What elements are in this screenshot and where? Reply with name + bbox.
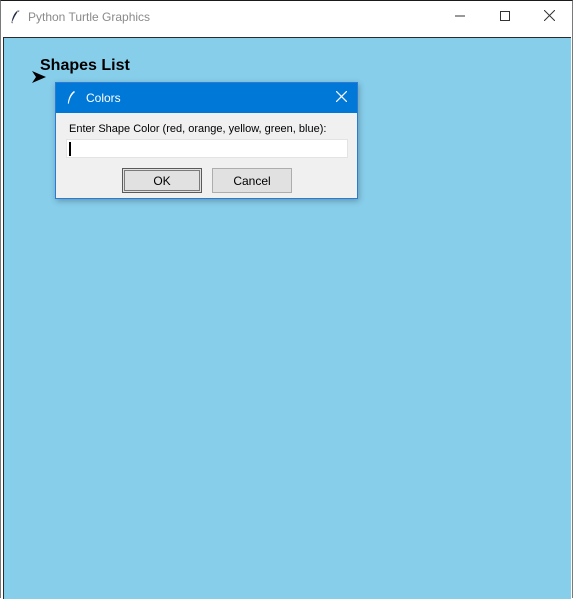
dialog-title: Colors — [86, 91, 121, 105]
window-title: Python Turtle Graphics — [28, 10, 151, 24]
feather-icon — [9, 9, 21, 25]
window-titlebar[interactable]: Python Turtle Graphics — [1, 1, 572, 34]
feather-icon — [66, 90, 76, 105]
dialog-titlebar[interactable]: Colors — [56, 83, 357, 113]
minimize-button[interactable] — [437, 1, 482, 33]
maximize-icon — [499, 8, 510, 26]
minimize-icon — [454, 8, 465, 26]
colors-dialog: Colors Enter Shape Color (red, orange, y… — [55, 82, 358, 199]
close-icon — [543, 8, 556, 26]
maximize-button[interactable] — [482, 1, 527, 33]
color-prompt-label: Enter Shape Color (red, orange, yellow, … — [69, 123, 327, 135]
cancel-button[interactable]: Cancel — [212, 168, 292, 193]
text-caret — [69, 142, 71, 156]
shapes-list-heading: Shapes List — [40, 57, 130, 74]
ok-button[interactable]: OK — [122, 168, 202, 193]
window-close-button[interactable] — [527, 1, 572, 33]
dialog-close-button[interactable] — [329, 86, 353, 110]
shape-color-input[interactable] — [67, 140, 347, 157]
shape-color-input-box[interactable] — [66, 139, 348, 158]
close-icon — [335, 89, 347, 107]
